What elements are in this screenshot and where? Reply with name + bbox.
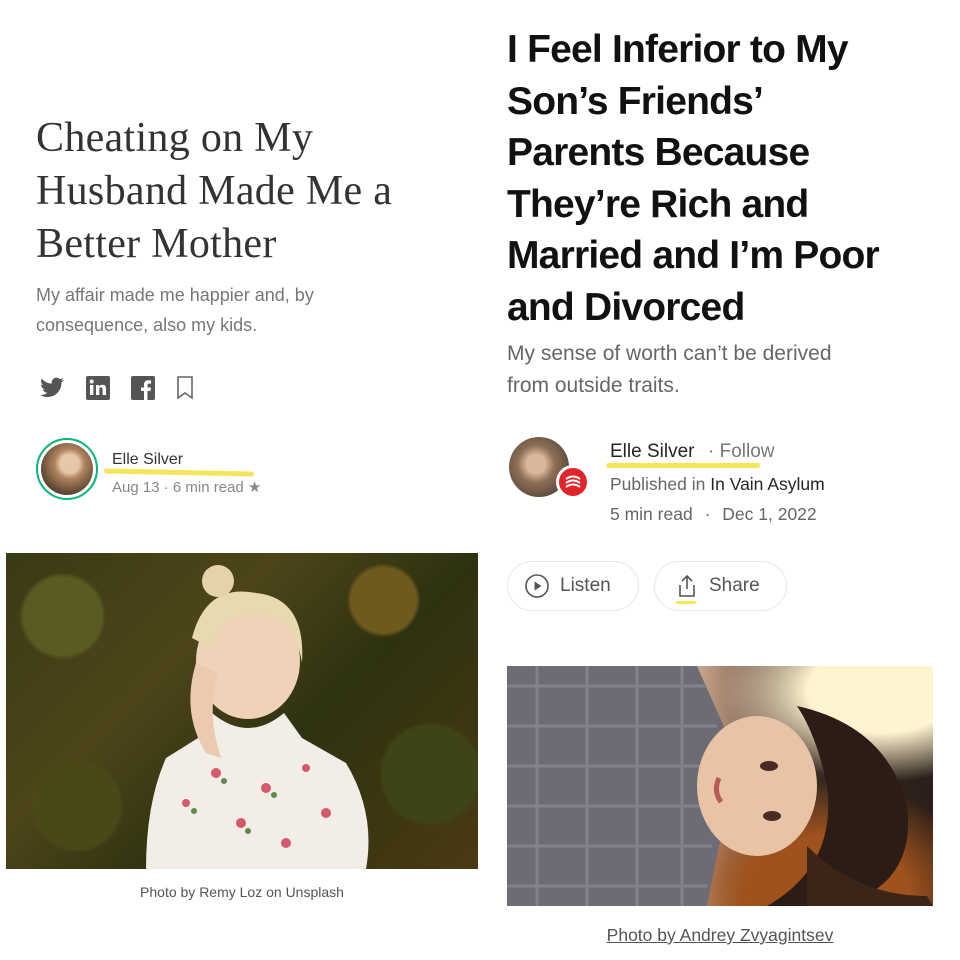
right-title-line: I Feel Inferior to My [507,28,849,71]
right-article-subtitle: My sense of worth can’t be derived from … [507,338,927,402]
right-subtitle-line: My sense of worth can’t be derived [507,342,832,365]
highlight-mark [103,468,255,477]
play-icon [525,574,549,598]
publication-link[interactable]: In Vain Asylum [710,474,824,494]
listen-label: Listen [560,575,611,596]
right-title-line: They’re Rich and [507,182,809,226]
left-subtitle-line: consequence, also my kids. [36,315,258,335]
twitter-icon[interactable] [38,375,64,401]
highlight-mark [676,601,696,604]
right-subtitle-line: from outside traits. [507,374,680,397]
left-title-line: Husband Made Me a [36,168,393,214]
article-meta: Aug 13 · 6 min read ★ [112,479,262,496]
linkedin-icon[interactable] [85,375,111,401]
photo-caption[interactable]: Photo by Andrey Zvyagintsev [507,925,933,946]
facebook-icon[interactable] [130,375,156,401]
follow-link[interactable]: · Follow [708,441,775,463]
right-article-title: I Feel Inferior to My Son’s Friends’ Par… [507,24,937,333]
read-time: 5 min read [610,504,693,524]
listen-button[interactable]: Listen [507,561,639,611]
publication-logo-icon[interactable] [556,465,590,499]
right-title-line: Parents Because [507,131,810,174]
bookmark-icon[interactable] [175,375,201,401]
publication-line: Published in In Vain Asylum [610,474,825,495]
photo-caption: Photo by Remy Loz on Unsplash [140,884,344,900]
left-title-line: Cheating on My [36,115,314,161]
share-icon [679,574,695,597]
right-title-line: Son’s Friends’ [507,79,764,123]
article-photo [507,666,933,906]
author-name[interactable]: Elle Silver [610,441,694,463]
left-title-line: Better Mother [36,221,277,267]
read-time-line: 5 min read · Dec 1, 2022 [610,504,817,525]
publish-date: Dec 1, 2022 [722,504,817,524]
left-article-title: Cheating on My Husband Made Me a Better … [36,112,456,271]
separator: · [704,504,711,524]
right-title-line: Married and I’m Poor [507,234,880,277]
share-button[interactable]: Share [654,561,787,611]
right-title-line: and Divorced [507,285,745,329]
author-name[interactable]: Elle Silver [112,451,183,469]
published-in-label: Published in [610,474,706,494]
article-photo [6,553,478,869]
left-subtitle-line: My affair made me happier and, by [36,285,314,305]
left-article-subtitle: My affair made me happier and, by conseq… [36,280,416,340]
highlight-mark [606,463,760,468]
avatar[interactable] [36,438,98,500]
share-label: Share [709,575,760,596]
